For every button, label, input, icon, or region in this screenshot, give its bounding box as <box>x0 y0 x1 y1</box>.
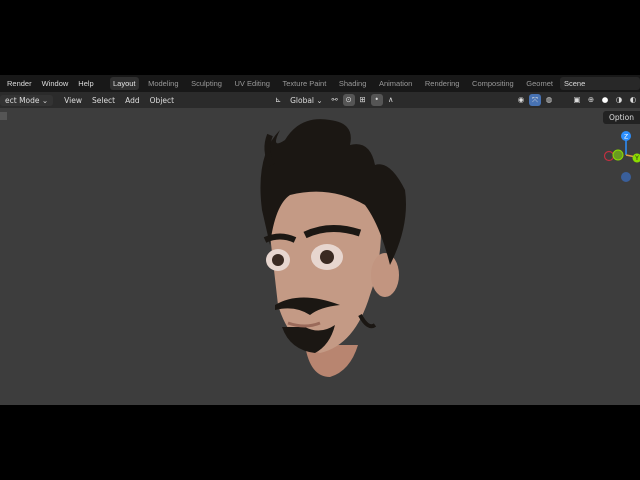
tab-animation[interactable]: Animation <box>376 77 415 90</box>
tab-rendering[interactable]: Rendering <box>422 77 463 90</box>
snap-icon[interactable]: ⊙ <box>342 94 355 106</box>
top-menus: Render Window Help <box>2 75 99 92</box>
toolbar-toggle[interactable] <box>0 112 7 120</box>
workspace-tabs: Layout Modeling Sculpting UV Editing Tex… <box>110 75 556 92</box>
pivot-icon[interactable]: ⚯ <box>329 94 341 106</box>
xray-icon[interactable]: ▣ <box>571 94 583 106</box>
menu-object[interactable]: Object <box>145 95 179 106</box>
blender-window: Render Window Help Layout Modeling Sculp… <box>0 75 640 405</box>
tab-texture-paint[interactable]: Texture Paint <box>280 77 330 90</box>
solid-shading-icon[interactable]: ● <box>599 94 611 106</box>
menu-view[interactable]: View <box>59 95 87 106</box>
visibility-icon[interactable]: ◉ <box>515 94 527 106</box>
scene-selector[interactable]: Scene <box>560 77 640 90</box>
proportional-edit-icon[interactable]: • <box>370 94 383 106</box>
tab-shading[interactable]: Shading <box>336 77 370 90</box>
menu-window[interactable]: Window <box>37 79 74 88</box>
rendered-shading-icon[interactable]: ◐ <box>627 94 639 106</box>
tab-sculpting[interactable]: Sculpting <box>188 77 225 90</box>
menu-select[interactable]: Select <box>87 95 120 106</box>
tab-compositing[interactable]: Compositing <box>469 77 517 90</box>
gizmo-neg-z-ball[interactable] <box>621 172 631 182</box>
mode-dropdown[interactable]: ect Mode ⌄ <box>0 94 54 106</box>
material-shading-icon[interactable]: ◑ <box>613 94 625 106</box>
viewport-header-right: ◉ ⤧ ◍ ▣ ⊕ ● ◑ ◐ <box>514 92 640 108</box>
transform-orientation-icon: ⊾ <box>274 95 282 104</box>
top-bar: Render Window Help Layout Modeling Sculp… <box>0 75 640 92</box>
gizmo-y-label: Y <box>634 155 639 162</box>
gizmo-neg-x-ball[interactable] <box>603 150 615 162</box>
navigation-gizmo[interactable]: Z Y <box>600 127 640 187</box>
tab-geometry[interactable]: Geomet <box>523 77 556 90</box>
snap-target-icon[interactable]: ⊞ <box>357 94 369 106</box>
orientation-label: Global <box>290 95 315 105</box>
overlay-icon[interactable]: ◍ <box>543 94 555 106</box>
character-head-model[interactable] <box>250 115 420 385</box>
gizmo-z-label: Z <box>624 134 628 141</box>
gizmo-toggle-icon[interactable]: ⤧ <box>529 94 541 106</box>
tab-modeling[interactable]: Modeling <box>145 77 181 90</box>
tab-layout[interactable]: Layout <box>110 77 139 90</box>
falloff-icon[interactable]: ∧ <box>385 94 397 106</box>
menu-render[interactable]: Render <box>2 79 37 88</box>
orientation-dropdown[interactable]: Global ⌄ <box>285 95 328 106</box>
options-button[interactable]: Option <box>602 111 640 124</box>
tab-uv-editing[interactable]: UV Editing <box>232 77 273 90</box>
menu-help[interactable]: Help <box>73 79 98 88</box>
wireframe-shading-icon[interactable]: ⊕ <box>585 94 597 106</box>
gizmo-neg-y-ball[interactable] <box>612 149 624 161</box>
mode-label: ect Mode <box>5 95 40 105</box>
menu-add[interactable]: Add <box>120 95 145 106</box>
